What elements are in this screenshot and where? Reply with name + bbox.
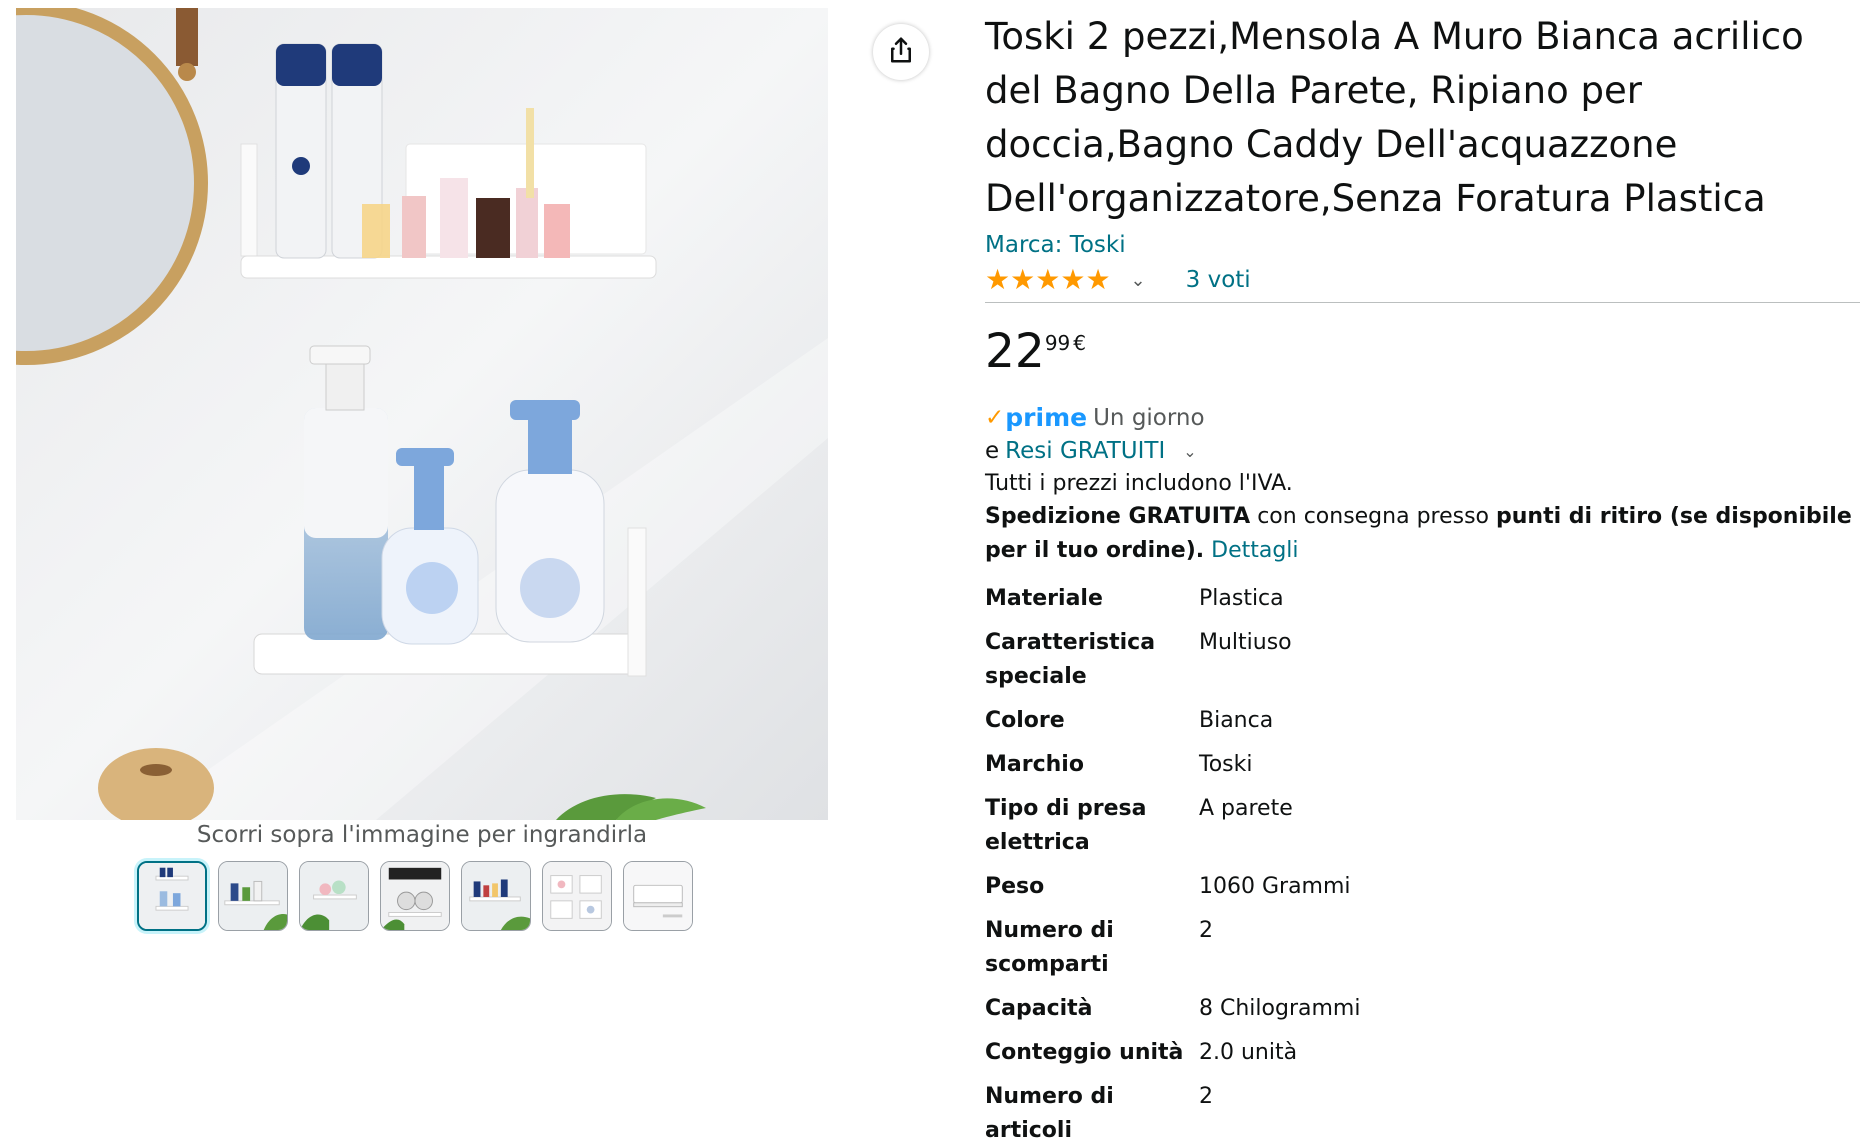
spec-value: 1060 Grammi <box>1199 874 1351 899</box>
price-fraction: 99 <box>1044 331 1071 355</box>
specs-table: Materiale Plastica Caratteristica special… <box>985 582 1360 1148</box>
prime-check-icon: ✓ <box>985 404 1005 431</box>
spec-value: Bianca <box>1199 708 1274 733</box>
returns-row: e Resi GRATUITI ⌄ <box>985 438 1860 464</box>
returns-prefix: e <box>985 438 1000 464</box>
spec-row: Marchio Toski <box>985 748 1360 792</box>
spec-value: 2 <box>1199 1084 1213 1109</box>
thumbnail-7[interactable] <box>623 861 693 931</box>
free-returns-link[interactable]: Resi GRATUITI <box>1005 438 1165 464</box>
share-button[interactable] <box>873 24 929 80</box>
spec-value: 2 <box>1199 918 1213 943</box>
spec-row: Peso 1060 Grammi <box>985 870 1360 914</box>
spec-key: Numero di articoli <box>985 1084 1114 1143</box>
spec-value: A parete <box>1199 796 1293 821</box>
spec-key: Caratteristica speciale <box>985 630 1156 689</box>
price: 22 99 € <box>985 327 1860 377</box>
spec-key: Numero di scomparti <box>985 918 1114 977</box>
prime-delivery-text: Un giorno <box>1093 404 1205 431</box>
shipping-details-link[interactable]: Dettagli <box>1211 538 1298 563</box>
spec-key: Peso <box>985 874 1045 899</box>
spec-key: Materiale <box>985 586 1103 611</box>
rating-row: ★ ★ ★ ★ ★ ⌄ 3 voti <box>985 260 1860 303</box>
shipping-free-label: Spedizione GRATUITA <box>985 504 1251 529</box>
zoom-hint-caption: Scorri sopra l'immagine per ingrandirla <box>196 822 648 848</box>
star-icon: ★ <box>1060 263 1086 296</box>
spec-row: Tipo di presa elettrica A parete <box>985 792 1360 870</box>
prime-word: prime <box>1005 403 1088 432</box>
spec-key: Capacità <box>985 996 1093 1021</box>
price-currency: € <box>1073 331 1086 355</box>
spec-row: Conteggio unità 2.0 unità <box>985 1036 1360 1080</box>
tax-note: Tutti i prezzi includono l'IVA. <box>985 471 1293 496</box>
rating-stars[interactable]: ★ ★ ★ ★ ★ <box>985 266 1111 294</box>
thumbnail-2[interactable] <box>218 861 288 931</box>
star-icon: ★ <box>985 263 1011 296</box>
spec-row: Numero di articoli 2 <box>985 1080 1360 1148</box>
thumbnail-strip <box>137 861 693 931</box>
spec-key: Tipo di presa elettrica <box>985 796 1147 855</box>
star-icon: ★ <box>1010 263 1036 296</box>
thumbnail-6[interactable] <box>542 861 612 931</box>
thumbnail-5[interactable] <box>461 861 531 931</box>
prime-logo: ✓ prime <box>985 403 1087 432</box>
spec-row: Capacità 8 Chilogrammi <box>985 992 1360 1036</box>
main-product-image[interactable] <box>16 8 828 820</box>
spec-value: Multiuso <box>1199 630 1292 655</box>
chevron-down-icon[interactable]: ⌄ <box>1183 442 1196 461</box>
price-whole: 22 <box>985 324 1045 379</box>
product-info: Toski 2 pezzi,Mensola A Muro Bianca acri… <box>985 10 1860 1148</box>
shipping-mid-text: con consegna presso <box>1250 504 1497 529</box>
star-icon: ★ <box>1085 263 1111 296</box>
thumbnail-1[interactable] <box>137 861 207 931</box>
spec-value: 8 Chilogrammi <box>1199 996 1361 1021</box>
spec-row: Caratteristica speciale Multiuso <box>985 626 1360 704</box>
spec-row: Colore Bianca <box>985 704 1360 748</box>
spec-row: Materiale Plastica <box>985 582 1360 626</box>
prime-delivery: ✓ prime Un giorno <box>985 403 1860 432</box>
spec-key: Colore <box>985 708 1065 733</box>
brand-link[interactable]: Marca: Toski <box>985 230 1860 260</box>
spec-key: Conteggio unità <box>985 1040 1184 1065</box>
star-icon: ★ <box>1035 263 1061 296</box>
spec-key: Marchio <box>985 752 1084 777</box>
spec-value: Toski <box>1199 752 1253 777</box>
rating-count-link[interactable]: 3 voti <box>1186 267 1251 293</box>
spec-row: Numero di scomparti 2 <box>985 914 1360 992</box>
shipping-info: Spedizione GRATUITA con consegna presso … <box>985 500 1860 568</box>
product-title: Toski 2 pezzi,Mensola A Muro Bianca acri… <box>985 15 1804 220</box>
spec-value: Plastica <box>1199 586 1284 611</box>
thumbnail-4[interactable] <box>380 861 450 931</box>
spec-value: 2.0 unità <box>1199 1040 1298 1065</box>
chevron-down-icon[interactable]: ⌄ <box>1131 270 1146 291</box>
thumbnail-3[interactable] <box>299 861 369 931</box>
share-icon <box>886 35 916 69</box>
